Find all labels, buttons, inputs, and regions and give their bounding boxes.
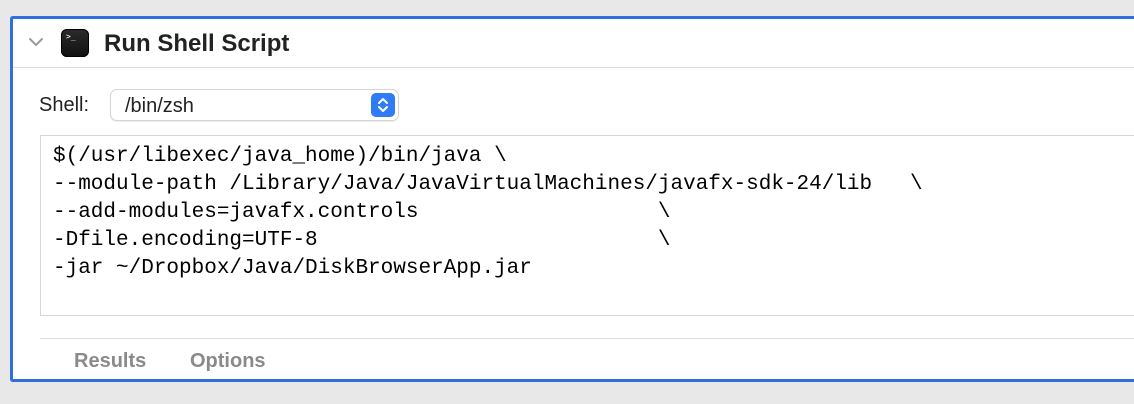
tab-results[interactable]: Results bbox=[74, 349, 146, 373]
popup-arrows-icon bbox=[371, 93, 395, 117]
script-line: --add-modules=javafx.controls \ bbox=[53, 201, 671, 224]
action-panel[interactable]: >_ Run Shell Script Shell: /bin/zsh $(/u… bbox=[10, 16, 1134, 382]
shell-label: Shell: bbox=[39, 94, 90, 116]
terminal-icon: >_ bbox=[61, 29, 89, 57]
script-editor[interactable]: $(/usr/libexec/java_home)/bin/java \ --m… bbox=[40, 135, 1134, 316]
shell-selected-value: /bin/zsh bbox=[125, 95, 194, 117]
shell-select[interactable]: /bin/zsh bbox=[110, 89, 399, 121]
tab-options[interactable]: Options bbox=[190, 349, 266, 373]
script-text: $(/usr/libexec/java_home)/bin/java \ --m… bbox=[53, 143, 923, 283]
script-line: $(/usr/libexec/java_home)/bin/java \ bbox=[53, 145, 507, 168]
action-header: >_ Run Shell Script bbox=[13, 19, 1134, 68]
script-line: -Dfile.encoding=UTF-8 \ bbox=[53, 229, 671, 252]
action-title: Run Shell Script bbox=[104, 30, 290, 57]
footer-divider bbox=[40, 338, 1134, 339]
script-line: --module-path /Library/Java/JavaVirtualM… bbox=[53, 173, 923, 196]
terminal-prompt: >_ bbox=[66, 32, 76, 41]
script-line: -jar ~/Dropbox/Java/DiskBrowserApp.jar bbox=[53, 257, 532, 280]
chevron-down-icon[interactable] bbox=[27, 33, 45, 51]
